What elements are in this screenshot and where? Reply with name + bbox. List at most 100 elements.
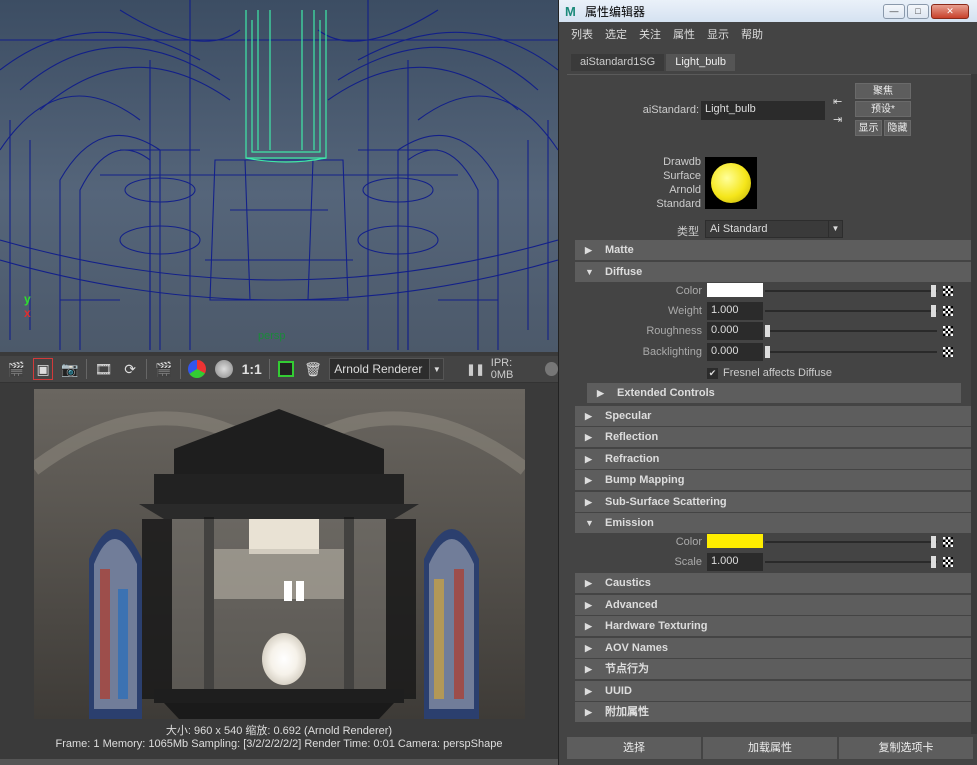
menu-focus[interactable]: 关注 [639,26,661,42]
section-bump-mapping[interactable]: ▶ Bump Mapping [575,470,971,490]
slider-handle[interactable] [931,305,936,317]
section-label: 附加属性 [605,706,649,718]
vertical-scrollbar[interactable] [971,74,977,734]
slider-handle[interactable] [765,325,770,337]
fresnel-checkbox-row[interactable]: ✔ Fresnel affects Diffuse [707,367,832,379]
collapse-arrow-icon: ▼ [585,267,594,277]
section-node-behavior[interactable]: ▶ 节点行为 [575,659,971,679]
section-refraction[interactable]: ▶ Refraction [575,449,971,469]
attr-label: Scale [674,556,702,568]
menu-attributes[interactable]: 属性 [673,26,695,42]
section-extended-controls[interactable]: ▶ Extended Controls [587,383,961,403]
emission-scale-field[interactable]: 1.000 [707,553,763,571]
diffuse-weight-field[interactable]: 1.000 [707,302,763,320]
section-sss[interactable]: ▶ Sub-Surface Scattering [575,492,971,512]
snapshot-icon[interactable]: 📷 [59,358,80,380]
section-matte[interactable]: ▶ Matte [575,240,971,260]
diffuse-roughness-slider[interactable] [765,325,937,337]
emission-scale-slider[interactable] [765,556,937,568]
window-title: 属性编辑器 [585,4,646,19]
menu-selected[interactable]: 选定 [605,26,627,42]
focus-button[interactable]: 聚焦 [855,83,911,99]
menu-help[interactable]: 帮助 [741,26,763,42]
render-region-icon[interactable]: ▣ [32,358,54,380]
slider-handle[interactable] [931,536,936,548]
emission-color-swatch[interactable] [707,534,763,548]
real-size-icon[interactable]: 1:1 [240,361,263,377]
perspective-viewport[interactable]: y x persp [0,0,558,352]
section-specular[interactable]: ▶ Specular [575,406,971,426]
swatch-label-line: Drawdb [663,156,701,168]
tab-light-bulb[interactable]: Light_bulb [666,54,735,71]
toolbar-separator [86,359,88,379]
menu-show[interactable]: 显示 [707,26,729,42]
section-diffuse[interactable]: ▼ Diffuse [575,262,971,282]
section-uuid[interactable]: ▶ UUID [575,681,971,701]
diffuse-roughness-field[interactable]: 0.000 [707,322,763,340]
section-label: Bump Mapping [605,474,685,486]
refresh-icon[interactable]: ⟳ [120,358,141,380]
render-view[interactable]: 大小: 960 x 540 缩放: 0.692 (Arnold Renderer… [0,383,558,759]
hide-button[interactable]: 隐藏 [884,120,911,136]
fresnel-checkbox[interactable]: ✔ [707,367,718,379]
pause-icon[interactable]: ❚❚ [466,363,484,376]
select-button[interactable]: 选择 [567,737,701,759]
load-attributes-button[interactable]: 加载属性 [703,737,837,759]
section-hardware-texturing[interactable]: ▶ Hardware Texturing [575,616,971,636]
slider-handle[interactable] [931,556,936,568]
render-icon[interactable]: 🎬 [6,358,27,380]
show-button[interactable]: 显示 [855,120,882,136]
section-label: Diffuse [605,266,643,278]
type-dropdown[interactable]: Ai Standard ▼ [705,220,843,238]
keep-image-icon[interactable] [276,358,297,380]
map-texture-icon[interactable] [943,286,953,296]
slider-handle[interactable] [765,346,770,358]
diffuse-color-swatch[interactable] [707,283,763,297]
input-connections-icon[interactable]: ⇤ [833,95,842,108]
slider-handle[interactable] [931,285,936,297]
diffuse-backlighting-field[interactable]: 0.000 [707,343,763,361]
section-extra-attributes[interactable]: ▶ 附加属性 [575,702,971,722]
diffuse-weight-slider[interactable] [765,305,937,317]
expand-arrow-icon: ▶ [585,664,592,674]
emission-color-slider[interactable] [765,536,937,548]
maximize-button[interactable]: □ [907,3,929,19]
node-name-field[interactable]: Light_bulb [701,101,825,120]
section-aov-names[interactable]: ▶ AOV Names [575,638,971,658]
map-texture-icon[interactable] [943,557,953,567]
section-emission[interactable]: ▼ Emission [575,513,971,533]
map-texture-icon[interactable] [943,537,953,547]
section-advanced[interactable]: ▶ Advanced [575,595,971,615]
menu-bar: 列表 选定 关注 属性 显示 帮助 [559,22,977,46]
alpha-channel-icon[interactable] [214,358,235,380]
node-tabs: aiStandard1SG Light_bulb [571,54,977,71]
map-texture-icon[interactable] [943,326,953,336]
menu-list[interactable]: 列表 [571,26,593,42]
diffuse-color-slider[interactable] [765,285,937,297]
attr-label: Color [675,285,702,297]
section-reflection[interactable]: ▶ Reflection [575,427,971,447]
diffuse-backlighting-slider[interactable] [765,346,937,358]
rgb-channel-icon[interactable] [187,358,208,380]
footer-buttons: 选择 加载属性 复制选项卡 [567,737,973,759]
close-button[interactable]: ✕ [931,3,969,19]
minimize-button[interactable]: — [883,3,905,19]
render-sequence-icon[interactable]: 🎬 [153,358,174,380]
tab-shading-group[interactable]: aiStandard1SG [571,54,665,71]
copy-tab-button[interactable]: 复制选项卡 [839,737,973,759]
wireframe-scene [0,0,558,350]
map-texture-icon[interactable] [943,306,953,316]
remove-image-icon[interactable]: 🗑 [303,358,324,380]
map-texture-icon[interactable] [943,347,953,357]
camera-label: persp [258,330,286,342]
presets-button[interactable]: 预设* [855,101,911,117]
section-caustics[interactable]: ▶ Caustics [575,573,971,593]
node-type-label: aiStandard: [642,104,699,116]
ipr-render-icon[interactable]: 🎞 [93,358,114,380]
title-bar[interactable]: M 属性编辑器 — □ ✕ [559,0,977,22]
renderer-dropdown[interactable]: Arnold Renderer ▼ [329,358,445,380]
output-connections-icon[interactable]: ⇥ [833,113,842,126]
toolbar-separator [146,359,148,379]
horizontal-scrollbar[interactable] [0,759,558,765]
material-swatch[interactable] [705,157,757,209]
